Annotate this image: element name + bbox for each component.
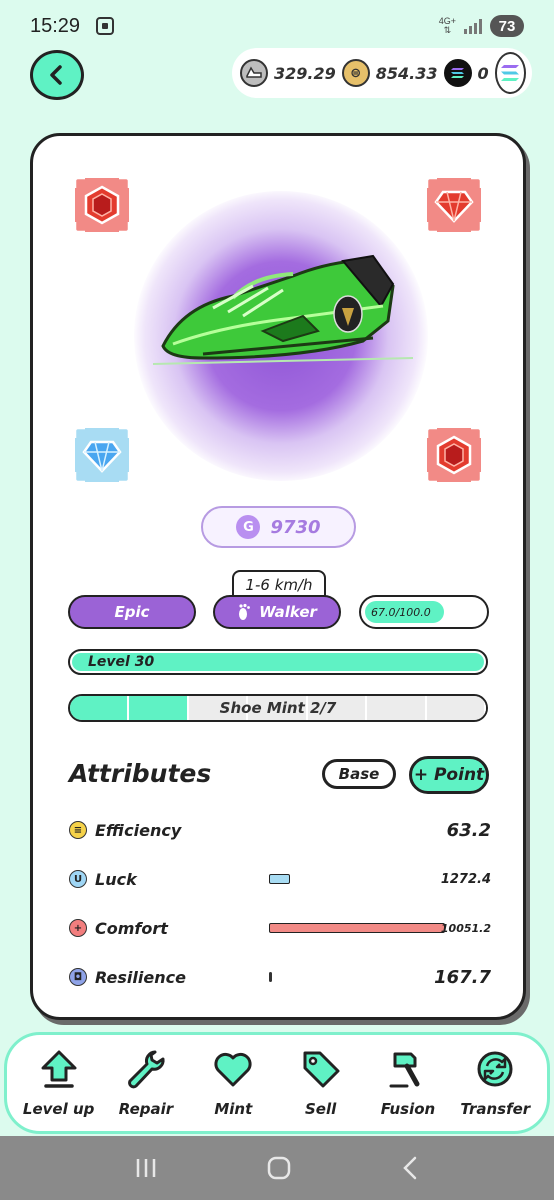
ruby-gem-icon [73, 176, 131, 234]
back-nav-icon[interactable] [399, 1155, 421, 1181]
type-badge: Walker [213, 595, 341, 629]
sol-balance[interactable]: 0 [443, 59, 489, 87]
sneaker-image[interactable] [143, 246, 423, 376]
repair-button[interactable]: Repair [105, 1048, 187, 1118]
gem-slot-bottom-left[interactable] [73, 426, 131, 484]
attribute-row-comfort: + Comfort 10051.2 [69, 915, 491, 941]
battery-indicator: 73 [490, 15, 524, 37]
solana-icon [501, 65, 520, 81]
transfer-button[interactable]: Transfer [454, 1048, 536, 1118]
wrench-icon [128, 1050, 165, 1089]
resilience-icon: ◘ [69, 968, 87, 986]
transfer-icon [477, 1051, 513, 1087]
attribute-row-efficiency: ≡ Efficiency 63.2 [69, 817, 491, 843]
wallet-network-button[interactable] [494, 52, 526, 94]
recent-apps-icon[interactable] [133, 1157, 159, 1179]
durability-fill: 67.0/100.0 [365, 601, 445, 623]
mint-button[interactable]: Mint [192, 1048, 274, 1118]
add-point-button[interactable]: + Point [409, 756, 489, 794]
ruby-gem-icon [425, 426, 483, 484]
level-fill: Level 30 [72, 653, 484, 671]
efficiency-icon: ≡ [69, 821, 87, 839]
fusion-button[interactable]: Fusion [367, 1048, 449, 1118]
status-time: 15:29 [30, 14, 81, 37]
gmt-balance[interactable]: ⊜ 854.33 [341, 59, 438, 87]
system-nav-bar [0, 1136, 554, 1200]
back-button[interactable] [30, 50, 84, 100]
home-icon[interactable] [266, 1155, 292, 1181]
balances-bar: 329.29 ⊜ 854.33 0 [232, 48, 532, 98]
tag-icon [303, 1051, 340, 1088]
comfort-bar [269, 923, 445, 933]
gst-balance[interactable]: 329.29 [240, 59, 336, 87]
shoe-mint-bar: Shoe Mint 2/7 [68, 694, 488, 722]
gmt-coin-icon: ⊜ [341, 59, 370, 87]
gst-coin-icon [240, 59, 268, 87]
footprint-icon [239, 603, 250, 620]
base-button[interactable]: Base [322, 759, 396, 789]
action-bar: Level up Repair Mint Sell Fusion Transfe… [4, 1032, 550, 1134]
chevron-left-icon [50, 65, 62, 85]
gem-slot-top-right[interactable] [425, 176, 483, 234]
sol-coin-icon [443, 59, 472, 87]
luck-bar [269, 874, 291, 884]
luck-icon: U [69, 870, 87, 888]
speed-range-tag: 1-6 km/h [232, 570, 326, 598]
attributes-title: Attributes [69, 759, 212, 788]
shoe-mint-label: Shoe Mint 2/7 [219, 699, 337, 717]
attribute-row-luck: U Luck 1272.4 [69, 866, 491, 892]
gmt-coin-icon: G [236, 515, 261, 539]
heart-icon [214, 1052, 252, 1087]
level-up-icon [41, 1050, 77, 1088]
level-up-button[interactable]: Level up [18, 1048, 100, 1118]
gem-slot-bottom-right[interactable] [425, 426, 483, 484]
signal-icon [464, 18, 482, 34]
price-pill[interactable]: G 9730 [201, 506, 356, 548]
comfort-icon: + [69, 919, 87, 937]
hammer-icon [389, 1052, 420, 1088]
screenshot-icon [96, 17, 115, 35]
diamond-gem-icon [73, 426, 131, 484]
attribute-row-resilience: ◘ Resilience 167.7 [69, 964, 491, 990]
status-bar: 15:29 4G+ ⇅ 73 [0, 0, 554, 52]
ruby-gem-icon [425, 176, 483, 234]
price-value: 9730 [270, 516, 321, 538]
resilience-bar [269, 972, 272, 982]
gem-slot-top-left[interactable] [73, 176, 131, 234]
network-indicator: 4G+ ⇅ [438, 16, 456, 35]
sneaker-card: G 9730 1-6 km/h Epic Walker 67.0/100.0 L… [30, 133, 526, 1020]
level-bar: Level 30 [68, 649, 488, 675]
sell-button[interactable]: Sell [280, 1048, 362, 1118]
durability-bar: 67.0/100.0 [359, 595, 489, 629]
rarity-badge: Epic [68, 595, 196, 629]
